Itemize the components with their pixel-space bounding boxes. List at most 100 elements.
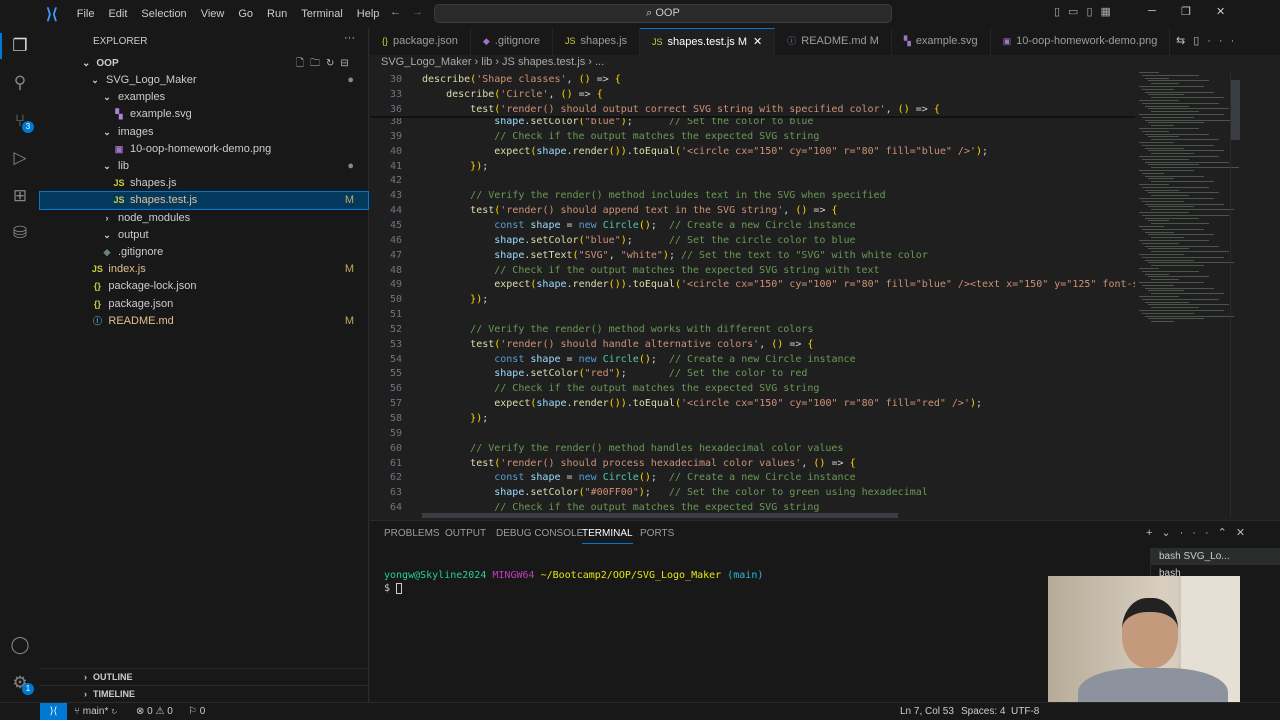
breadcrumb[interactable]: SVG_Logo_Maker › lib › JS shapes.test.js… [381, 56, 604, 68]
panel-actions[interactable]: +⌄···⌃✕ [1146, 526, 1254, 539]
code-line[interactable]: 41 }); [370, 159, 1135, 174]
menu-view[interactable]: View [194, 8, 232, 20]
tree-item[interactable]: ⌄ images [40, 124, 368, 141]
code-line[interactable]: 61 test('render() should process hexadec… [370, 456, 1135, 471]
tab-example-svg[interactable]: ▚ example.svg [892, 28, 991, 55]
code-line[interactable]: 54 const shape = new Circle(); // Create… [370, 352, 1135, 367]
code-line[interactable]: 47 shape.setText("SVG", "white"); // Set… [370, 248, 1135, 263]
code-line[interactable]: 44 test('render() should append text in … [370, 203, 1135, 218]
tab--gitignore[interactable]: ◆ .gitignore [471, 28, 554, 55]
maximize-button[interactable]: ❐ [1181, 5, 1191, 18]
tab-README-md[interactable]: ⓘ README.md M [775, 28, 892, 55]
code-line[interactable]: 43 // Verify the render() method include… [370, 188, 1135, 203]
minimize-button[interactable]: ─ [1148, 5, 1156, 17]
tree-item[interactable]: ⌄ examples [40, 89, 368, 106]
code-line[interactable]: 56 // Check if the output matches the ex… [370, 381, 1135, 396]
remote-indicator[interactable]: ⟩⟨ [40, 703, 67, 720]
tree-item[interactable]: ▚ example.svg [40, 106, 368, 123]
tab-package-json[interactable]: {} package.json [370, 28, 471, 55]
database-icon[interactable]: ⛁ [10, 223, 30, 243]
code-line[interactable]: 39 // Check if the output matches the ex… [370, 129, 1135, 144]
menu-selection[interactable]: Selection [134, 8, 193, 20]
source-control-icon[interactable]: ⑂ 3 [10, 111, 34, 133]
menu-file[interactable]: File [70, 8, 102, 20]
editor-actions[interactable]: ⇆▯··· [1176, 34, 1242, 47]
tree-item[interactable]: ▣ 10-oop-homework-demo.png [40, 141, 368, 158]
code-editor[interactable]: 38 shape.setColor("blue"); // Set the co… [370, 72, 1135, 518]
menu-run[interactable]: Run [260, 8, 294, 20]
layout-controls[interactable]: ▯▭▯▦ [1054, 5, 1119, 18]
terminal-output[interactable]: yongw@Skyline2024 MINGW64 ~/Bootcamp2/OO… [384, 569, 763, 595]
tree-item[interactable]: ⌄ output [40, 227, 368, 244]
panel-tab-ports[interactable]: PORTS [640, 528, 674, 539]
outline-section[interactable]: › OUTLINE [40, 668, 368, 685]
problems-indicator[interactable]: ⊗ 0 ⚠ 0 [136, 703, 173, 720]
terminal-instance[interactable]: bash SVG_Lo... [1151, 548, 1280, 565]
panel-tab-problems[interactable]: PROBLEMS [384, 528, 440, 539]
code-line[interactable]: 63 shape.setColor("#00FF00"); // Set the… [370, 485, 1135, 500]
code-line[interactable]: 60 // Verify the render() method handles… [370, 441, 1135, 456]
tree-item[interactable]: ◆ .gitignore [40, 244, 368, 261]
indentation[interactable]: Spaces: 4 [961, 703, 1005, 720]
tab-shapes-test-js[interactable]: JS shapes.test.js M ✕ [640, 28, 776, 55]
tree-item[interactable]: ⌄ lib ● [40, 158, 368, 175]
sticky-scroll-line[interactable]: 33 describe('Circle', () => { [370, 86, 1135, 102]
back-icon[interactable]: ← [390, 6, 401, 18]
sticky-scroll-line[interactable]: 36 test('render() should output correct … [370, 101, 1135, 117]
settings-gear-icon[interactable]: ⚙ 1 [10, 673, 34, 695]
more-actions-icon[interactable]: ··· [344, 32, 355, 44]
code-line[interactable]: 62 const shape = new Circle(); // Create… [370, 470, 1135, 485]
close-button[interactable]: ✕ [1216, 5, 1225, 18]
code-line[interactable]: 59 [370, 426, 1135, 441]
tree-item[interactable]: JS index.js M [40, 261, 368, 278]
code-line[interactable]: 58 }); [370, 411, 1135, 426]
search-icon[interactable]: ⚲ [10, 73, 30, 93]
timeline-section[interactable]: › TIMELINE [40, 685, 368, 702]
menu-help[interactable]: Help [350, 8, 387, 20]
horizontal-scrollbar[interactable] [422, 513, 898, 518]
run-debug-icon[interactable]: ▷ [10, 148, 30, 168]
tree-item[interactable]: ⌄ SVG_Logo_Maker ● [40, 72, 368, 89]
code-line[interactable]: 40 expect(shape.render()).toEqual('<circ… [370, 144, 1135, 159]
panel-tab-output[interactable]: OUTPUT [445, 528, 486, 539]
tree-item[interactable]: JS shapes.js [40, 175, 368, 192]
minimap[interactable] [1135, 72, 1239, 332]
tree-item[interactable]: › node_modules [40, 210, 368, 227]
menu-terminal[interactable]: Terminal [294, 8, 350, 20]
code-line[interactable]: 50 }); [370, 292, 1135, 307]
extensions-icon[interactable]: ⊞ [10, 186, 30, 206]
tree-item[interactable]: JS shapes.test.js M [39, 191, 369, 211]
code-line[interactable]: 49 expect(shape.render()).toEqual('<circ… [370, 277, 1135, 292]
code-line[interactable]: 48 // Check if the output matches the ex… [370, 263, 1135, 278]
tab-shapes-js[interactable]: JS shapes.js [553, 28, 641, 55]
code-line[interactable]: 46 shape.setColor("blue"); // Set the ci… [370, 233, 1135, 248]
tab-10-oop-homework-demo-png[interactable]: ▣ 10-oop-homework-demo.png [991, 28, 1171, 55]
code-line[interactable]: 55 shape.setColor("red"); // Set the col… [370, 366, 1135, 381]
command-center-search[interactable]: ⌕ OOP [434, 4, 892, 23]
account-icon[interactable]: ◯ [10, 635, 30, 655]
code-line[interactable]: 52 // Verify the render() method works w… [370, 322, 1135, 337]
ports-indicator[interactable]: ⚐ 0 [188, 703, 205, 720]
cursor-position[interactable]: Ln 7, Col 53 [900, 703, 954, 720]
menu-edit[interactable]: Edit [101, 8, 134, 20]
code-line[interactable]: 42 [370, 173, 1135, 188]
code-line[interactable]: 51 [370, 307, 1135, 322]
forward-icon[interactable]: → [412, 6, 423, 18]
encoding[interactable]: UTF-8 [1011, 703, 1039, 720]
tree-item[interactable]: ⓘ README.md M [40, 313, 368, 330]
sticky-scroll-line[interactable]: 30 describe('Shape classes', () => { [370, 72, 1135, 87]
editor-scrollbar[interactable] [1230, 72, 1240, 518]
tree-item[interactable]: {} package-lock.json [40, 278, 368, 295]
explorer-icon[interactable]: ❐ [10, 36, 30, 56]
sync-icon[interactable]: ↻ [111, 706, 117, 717]
tree-item[interactable]: {} package.json [40, 296, 368, 313]
branch-indicator[interactable]: ⑂ main* ↻ [74, 703, 117, 720]
workspace-root[interactable]: ⌄ OOP 🗋🗀↻⊟ [40, 55, 368, 72]
file-actions[interactable]: 🗋🗀↻⊟ [296, 55, 355, 72]
code-line[interactable]: 57 expect(shape.render()).toEqual('<circ… [370, 396, 1135, 411]
code-line[interactable]: 45 const shape = new Circle(); // Create… [370, 218, 1135, 233]
menu-go[interactable]: Go [231, 8, 260, 20]
close-tab-icon[interactable]: ✕ [753, 36, 762, 48]
code-line[interactable]: 53 test('render() should handle alternat… [370, 337, 1135, 352]
panel-tab-debug-console[interactable]: DEBUG CONSOLE [496, 528, 583, 539]
